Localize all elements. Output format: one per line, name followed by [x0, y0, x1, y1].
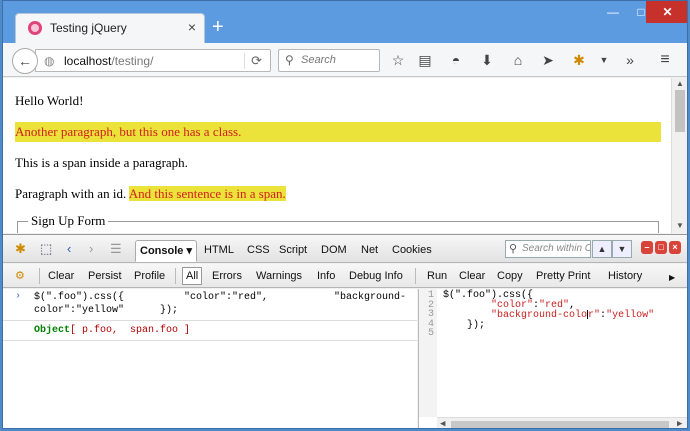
- line-number-gutter: 12345: [419, 289, 437, 417]
- paragraph-span: This is a span inside a paragraph.: [15, 155, 188, 170]
- panel-list-icon[interactable]: ☰: [110, 241, 122, 257]
- tab-css[interactable]: CSS: [243, 240, 274, 262]
- filter-all[interactable]: All: [182, 267, 203, 285]
- tab-html[interactable]: HTML: [200, 240, 238, 262]
- pretty-print-button[interactable]: Pretty Print: [536, 268, 590, 284]
- page-content: Hello World! Another paragraph, but this…: [3, 78, 671, 233]
- console-clear-button[interactable]: Clear: [48, 268, 74, 284]
- overflow-icon[interactable]: »: [620, 50, 640, 70]
- home-icon[interactable]: ⌂: [508, 50, 528, 70]
- pocket-icon[interactable]: ◓: [446, 50, 466, 70]
- globe-icon: ◍: [44, 54, 55, 68]
- filter-errors[interactable]: Errors: [212, 268, 242, 284]
- filter-warnings[interactable]: Warnings: [256, 268, 302, 284]
- favicon-icon: [28, 21, 42, 35]
- log-entry-result: Object[ p.foo, span.foo ]: [3, 321, 417, 341]
- paragraph-hello: Hello World!: [15, 93, 84, 108]
- tab-cookies[interactable]: Cookies: [388, 240, 436, 262]
- search-input[interactable]: ⚲ Search: [278, 49, 380, 72]
- profile-button[interactable]: Profile: [134, 268, 165, 284]
- tab-console[interactable]: Console ▾: [135, 240, 197, 262]
- close-window-button[interactable]: ✕: [646, 1, 687, 23]
- tab-net[interactable]: Net: [357, 240, 382, 262]
- search-prev-button[interactable]: ▲: [592, 240, 612, 258]
- filter-info[interactable]: Info: [317, 268, 335, 284]
- search-icon: ⚲: [509, 243, 518, 255]
- console-toolbar: ⚙ Clear Persist Profile All Errors Warni…: [3, 264, 687, 288]
- history-button[interactable]: History: [608, 268, 642, 284]
- scroll-up-icon[interactable]: ▲: [676, 79, 684, 88]
- editor-code[interactable]: $(".foo").css({ "color":"red", "backgrou…: [443, 291, 654, 331]
- firebug-panel: ✱ ⬚ ‹ › ☰ Console ▾ HTML CSS Script DOM …: [3, 234, 687, 428]
- search-next-button[interactable]: ▼: [612, 240, 632, 258]
- scroll-left-icon[interactable]: ◀: [440, 419, 445, 428]
- forward-icon[interactable]: ›: [89, 241, 93, 256]
- browser-window: Testing jQuery × + — □ ✕ ◍ localhost/tes…: [2, 0, 688, 429]
- download-icon[interactable]: ⬇: [477, 50, 497, 70]
- scroll-down-icon[interactable]: ▼: [676, 221, 684, 230]
- fieldset-legend: Sign Up Form: [28, 213, 109, 229]
- inspect-icon[interactable]: ⬚: [40, 241, 52, 257]
- signup-fieldset: Sign Up Form: [17, 213, 659, 233]
- close-panel-button[interactable]: ×: [669, 241, 681, 254]
- command-editor[interactable]: 12345 $(".foo").css({ "color":"red", "ba…: [418, 289, 687, 428]
- editor-clear-button[interactable]: Clear: [459, 268, 485, 284]
- firebug-search-input[interactable]: ⚲ Search within C: [505, 240, 591, 258]
- firebug-menu-icon[interactable]: ✱: [15, 241, 26, 257]
- result-items: [ p.foo, span.foo ]: [70, 325, 191, 336]
- log-entry-command: › $(".foo").css({ "color":"red", "backgr…: [3, 289, 417, 321]
- page-scrollbar[interactable]: ▲ ▼: [671, 78, 687, 233]
- search-icon: ⚲: [285, 53, 294, 67]
- scroll-thumb[interactable]: [675, 90, 685, 132]
- detach-panel-button[interactable]: □: [655, 241, 667, 254]
- tab-dom[interactable]: DOM: [317, 240, 351, 262]
- span-foo: And this sentence is in a span.: [128, 186, 286, 201]
- firebug-toolbar: ✱ ⬚ ‹ › ☰ Console ▾ HTML CSS Script DOM …: [3, 235, 687, 263]
- expand-arrow-icon[interactable]: ▶: [669, 270, 675, 286]
- minimize-button[interactable]: —: [599, 1, 627, 23]
- tab-title: Testing jQuery: [50, 21, 127, 35]
- reload-icon[interactable]: ⟳: [244, 53, 262, 69]
- copy-button[interactable]: Copy: [497, 268, 523, 284]
- paragraph-foo: Another paragraph, but this one has a cl…: [15, 122, 661, 142]
- result-type: Object: [34, 325, 71, 336]
- share-icon[interactable]: ➤: [538, 50, 558, 70]
- browser-tab[interactable]: Testing jQuery ×: [15, 13, 205, 43]
- nav-bar: ◍ localhost/testing/ ⟳ ← ⚲ Search ☆ ▤ ◓ …: [3, 43, 687, 77]
- back-button[interactable]: ←: [12, 48, 38, 74]
- editor-scrollbar[interactable]: ◀ ▶: [437, 417, 687, 428]
- prompt-caret-icon: ›: [15, 291, 22, 302]
- console-log: › $(".foo").css({ "color":"red", "backgr…: [3, 289, 417, 428]
- url-bar[interactable]: ◍ localhost/testing/ ⟳: [35, 49, 271, 72]
- url-text[interactable]: localhost/testing/: [64, 54, 153, 68]
- firebug-icon[interactable]: ✱: [569, 50, 589, 70]
- close-tab-icon[interactable]: ×: [188, 19, 196, 35]
- menu-dropdown-icon[interactable]: ▼: [594, 50, 614, 70]
- run-button[interactable]: Run: [427, 268, 447, 284]
- back-arrow-icon: ←: [18, 53, 32, 69]
- filter-debug-info[interactable]: Debug Info: [349, 268, 403, 284]
- persist-button[interactable]: Persist: [88, 268, 122, 284]
- star-icon[interactable]: ☆: [388, 50, 408, 70]
- tab-script[interactable]: Script: [275, 240, 311, 262]
- hamburger-menu-icon[interactable]: ≡: [655, 50, 675, 70]
- scroll-right-icon[interactable]: ▶: [677, 419, 682, 428]
- console-options-icon[interactable]: ⚙: [15, 268, 25, 284]
- new-tab-button[interactable]: +: [212, 17, 224, 37]
- search-placeholder: Search: [301, 54, 336, 66]
- minimize-panel-button[interactable]: –: [641, 241, 653, 254]
- tab-strip: Testing jQuery × + — □ ✕: [3, 1, 687, 43]
- scroll-thumb[interactable]: [451, 421, 669, 428]
- paragraph-id: Paragraph with an id. And this sentence …: [15, 186, 286, 201]
- reading-list-icon[interactable]: ▤: [415, 50, 435, 70]
- back-icon[interactable]: ‹: [67, 241, 71, 256]
